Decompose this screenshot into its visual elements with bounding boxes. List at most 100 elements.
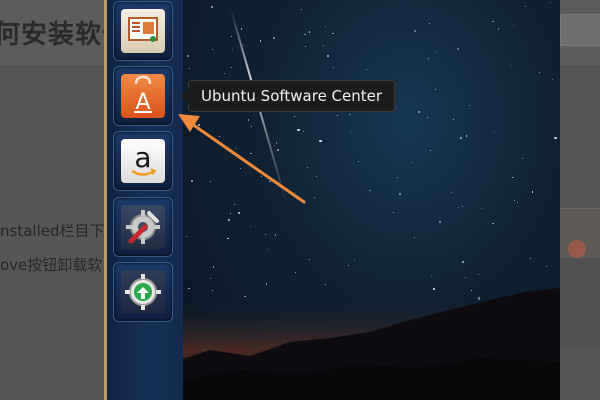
amazon-icon: a bbox=[121, 139, 165, 183]
star bbox=[304, 46, 306, 48]
star bbox=[210, 6, 214, 9]
star bbox=[231, 49, 233, 51]
star bbox=[468, 105, 470, 107]
star bbox=[492, 20, 494, 22]
star bbox=[435, 50, 438, 52]
star bbox=[261, 175, 263, 177]
star bbox=[306, 166, 309, 169]
star bbox=[212, 48, 214, 50]
star bbox=[393, 211, 395, 214]
star bbox=[497, 28, 500, 30]
star bbox=[551, 79, 553, 81]
star bbox=[259, 40, 261, 42]
star bbox=[235, 148, 237, 150]
star bbox=[414, 237, 416, 239]
article-side-box bbox=[558, 258, 600, 348]
star bbox=[457, 48, 460, 51]
star bbox=[247, 119, 250, 121]
star bbox=[209, 180, 211, 182]
star bbox=[398, 192, 402, 195]
star bbox=[439, 221, 441, 223]
star bbox=[458, 207, 460, 209]
presentation-icon bbox=[121, 9, 165, 53]
star bbox=[297, 129, 300, 132]
star bbox=[366, 68, 367, 70]
star bbox=[319, 140, 322, 143]
star bbox=[430, 149, 432, 151]
star bbox=[492, 222, 494, 225]
star bbox=[198, 123, 201, 126]
article-text-line: ove按钮卸载软 bbox=[0, 256, 103, 274]
star bbox=[336, 115, 338, 117]
launcher-item-libreoffice-impress[interactable] bbox=[113, 1, 173, 61]
star bbox=[275, 234, 277, 236]
star bbox=[241, 28, 243, 30]
star bbox=[525, 5, 527, 7]
star bbox=[462, 260, 465, 263]
star bbox=[332, 32, 334, 35]
star bbox=[418, 111, 420, 113]
star bbox=[512, 176, 514, 179]
star bbox=[350, 131, 352, 133]
star bbox=[308, 258, 310, 260]
star bbox=[238, 212, 240, 214]
star bbox=[452, 118, 454, 120]
star bbox=[212, 266, 214, 268]
star bbox=[369, 189, 371, 192]
star bbox=[300, 8, 302, 10]
star bbox=[250, 152, 252, 155]
star bbox=[231, 67, 233, 69]
star bbox=[229, 212, 231, 214]
article-side-accent bbox=[568, 240, 586, 258]
star bbox=[545, 265, 547, 268]
star bbox=[249, 226, 251, 228]
mountain-silhouette bbox=[180, 288, 560, 400]
star bbox=[513, 199, 516, 202]
launcher-item-amazon[interactable]: a bbox=[113, 131, 173, 191]
star bbox=[465, 135, 468, 137]
star bbox=[522, 158, 524, 160]
star bbox=[327, 55, 330, 58]
star bbox=[325, 26, 327, 28]
launcher-item-system-settings[interactable] bbox=[113, 197, 173, 257]
star bbox=[228, 218, 231, 221]
star bbox=[266, 249, 268, 251]
launcher-item-update-manager[interactable] bbox=[113, 262, 173, 322]
star bbox=[314, 197, 316, 199]
star bbox=[308, 31, 310, 33]
launcher-tooltip: Ubuntu Software Center bbox=[180, 80, 396, 112]
shopping-bag-icon: A bbox=[121, 74, 165, 118]
star bbox=[315, 175, 318, 178]
star bbox=[347, 264, 349, 266]
star bbox=[269, 180, 271, 183]
star bbox=[510, 65, 512, 67]
star bbox=[188, 68, 191, 70]
star bbox=[275, 142, 278, 144]
star bbox=[531, 191, 534, 193]
star bbox=[530, 258, 532, 260]
star bbox=[396, 177, 398, 179]
star bbox=[462, 205, 464, 207]
amazon-letter: a bbox=[134, 141, 151, 174]
star bbox=[273, 144, 275, 146]
star bbox=[434, 88, 437, 91]
star bbox=[186, 54, 190, 57]
star bbox=[354, 259, 356, 262]
star bbox=[538, 72, 540, 74]
star bbox=[304, 33, 306, 36]
star bbox=[480, 207, 482, 209]
article-text-line: nstalled栏目下 bbox=[0, 222, 105, 240]
star bbox=[227, 237, 229, 240]
star bbox=[333, 66, 335, 69]
star bbox=[427, 58, 429, 60]
star bbox=[239, 168, 241, 170]
star bbox=[516, 201, 518, 203]
star bbox=[322, 44, 325, 46]
star bbox=[302, 131, 304, 133]
star bbox=[414, 29, 417, 33]
update-arrow-icon bbox=[121, 270, 165, 314]
launcher-item-ubuntu-software-center[interactable]: A bbox=[113, 66, 173, 126]
star bbox=[242, 44, 245, 46]
star bbox=[272, 36, 275, 39]
star bbox=[428, 22, 430, 24]
